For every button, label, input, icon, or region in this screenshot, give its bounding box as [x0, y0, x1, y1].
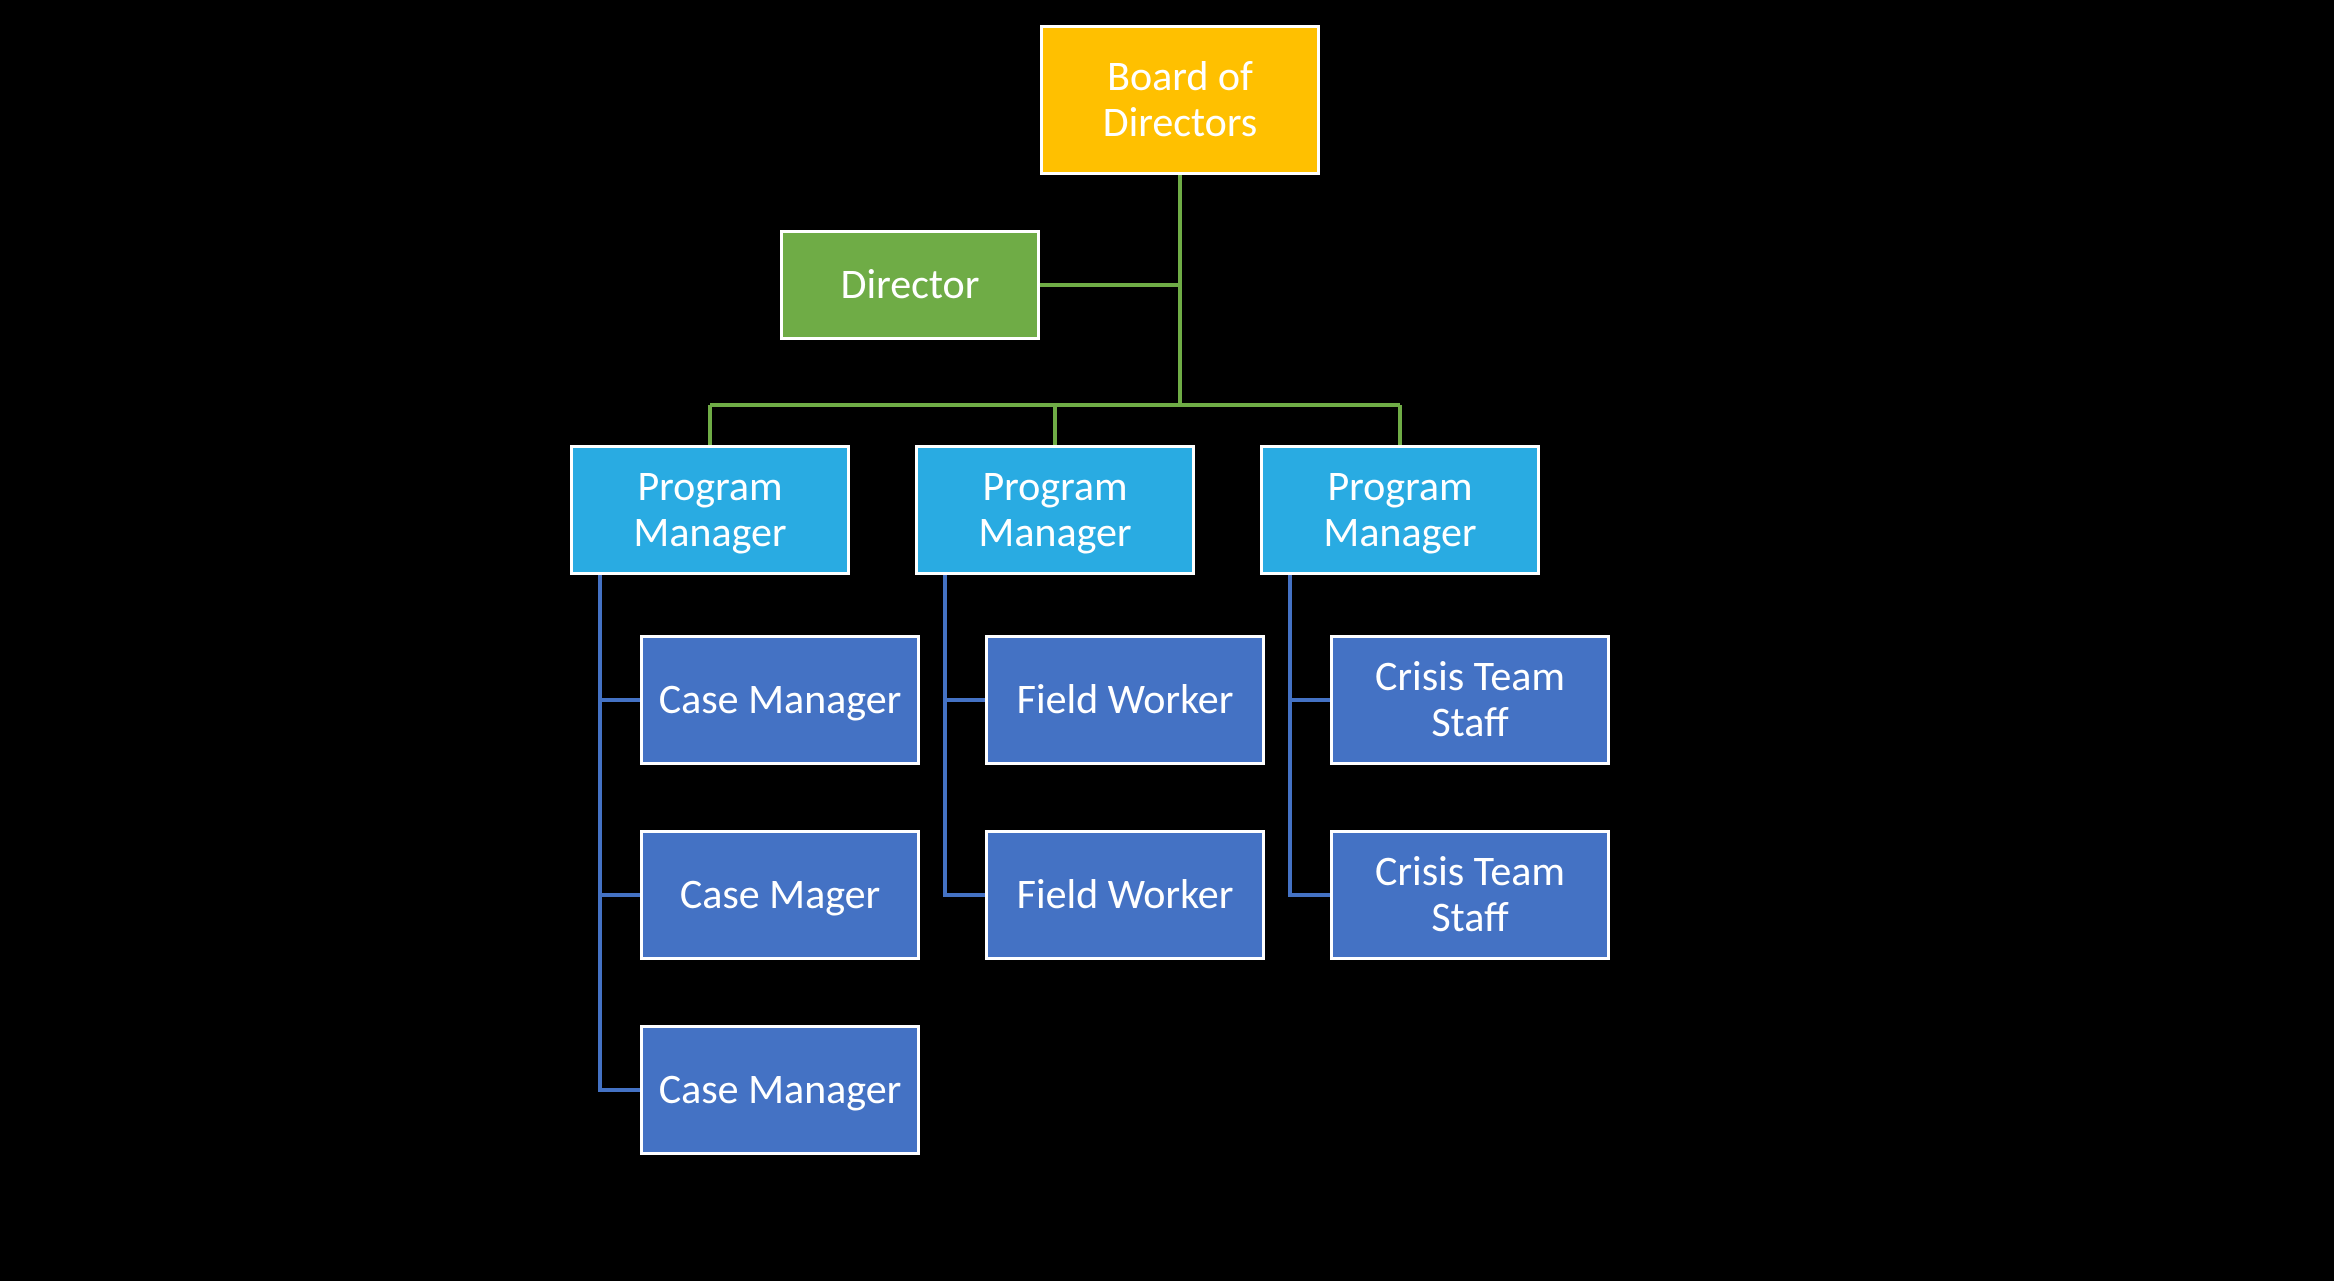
node-cm3: Case Manager: [640, 1025, 920, 1155]
node-ct1: Crisis Team Staff: [1330, 635, 1610, 765]
node-label: Program Manager: [581, 464, 839, 556]
node-fw2: Field Worker: [985, 830, 1265, 960]
node-label: Director: [841, 262, 980, 308]
node-label: Field Worker: [1017, 872, 1234, 918]
node-label: Program Manager: [926, 464, 1184, 556]
connector-12: [1290, 575, 1330, 895]
node-label: Crisis Team Staff: [1341, 849, 1599, 941]
node-ct2: Crisis Team Staff: [1330, 830, 1610, 960]
node-label: Program Manager: [1271, 464, 1529, 556]
node-label: Case Manager: [659, 677, 902, 723]
node-pm3: Program Manager: [1260, 445, 1540, 575]
node-pm2: Program Manager: [915, 445, 1195, 575]
node-cm1: Case Manager: [640, 635, 920, 765]
node-fw1: Field Worker: [985, 635, 1265, 765]
node-label: Field Worker: [1017, 677, 1234, 723]
node-label: Crisis Team Staff: [1341, 654, 1599, 746]
node-pm1: Program Manager: [570, 445, 850, 575]
node-board: Board of Directors: [1040, 25, 1320, 175]
connector-10: [945, 575, 985, 895]
node-label: Case Manager: [659, 1067, 902, 1113]
node-director: Director: [780, 230, 1040, 340]
org-chart: Board of Directors Director Program Manage…: [0, 0, 2334, 1281]
node-label: Case Mager: [680, 872, 880, 918]
connector-7: [600, 575, 640, 1090]
node-cm2: Case Mager: [640, 830, 920, 960]
node-label: Board of Directors: [1051, 54, 1309, 146]
